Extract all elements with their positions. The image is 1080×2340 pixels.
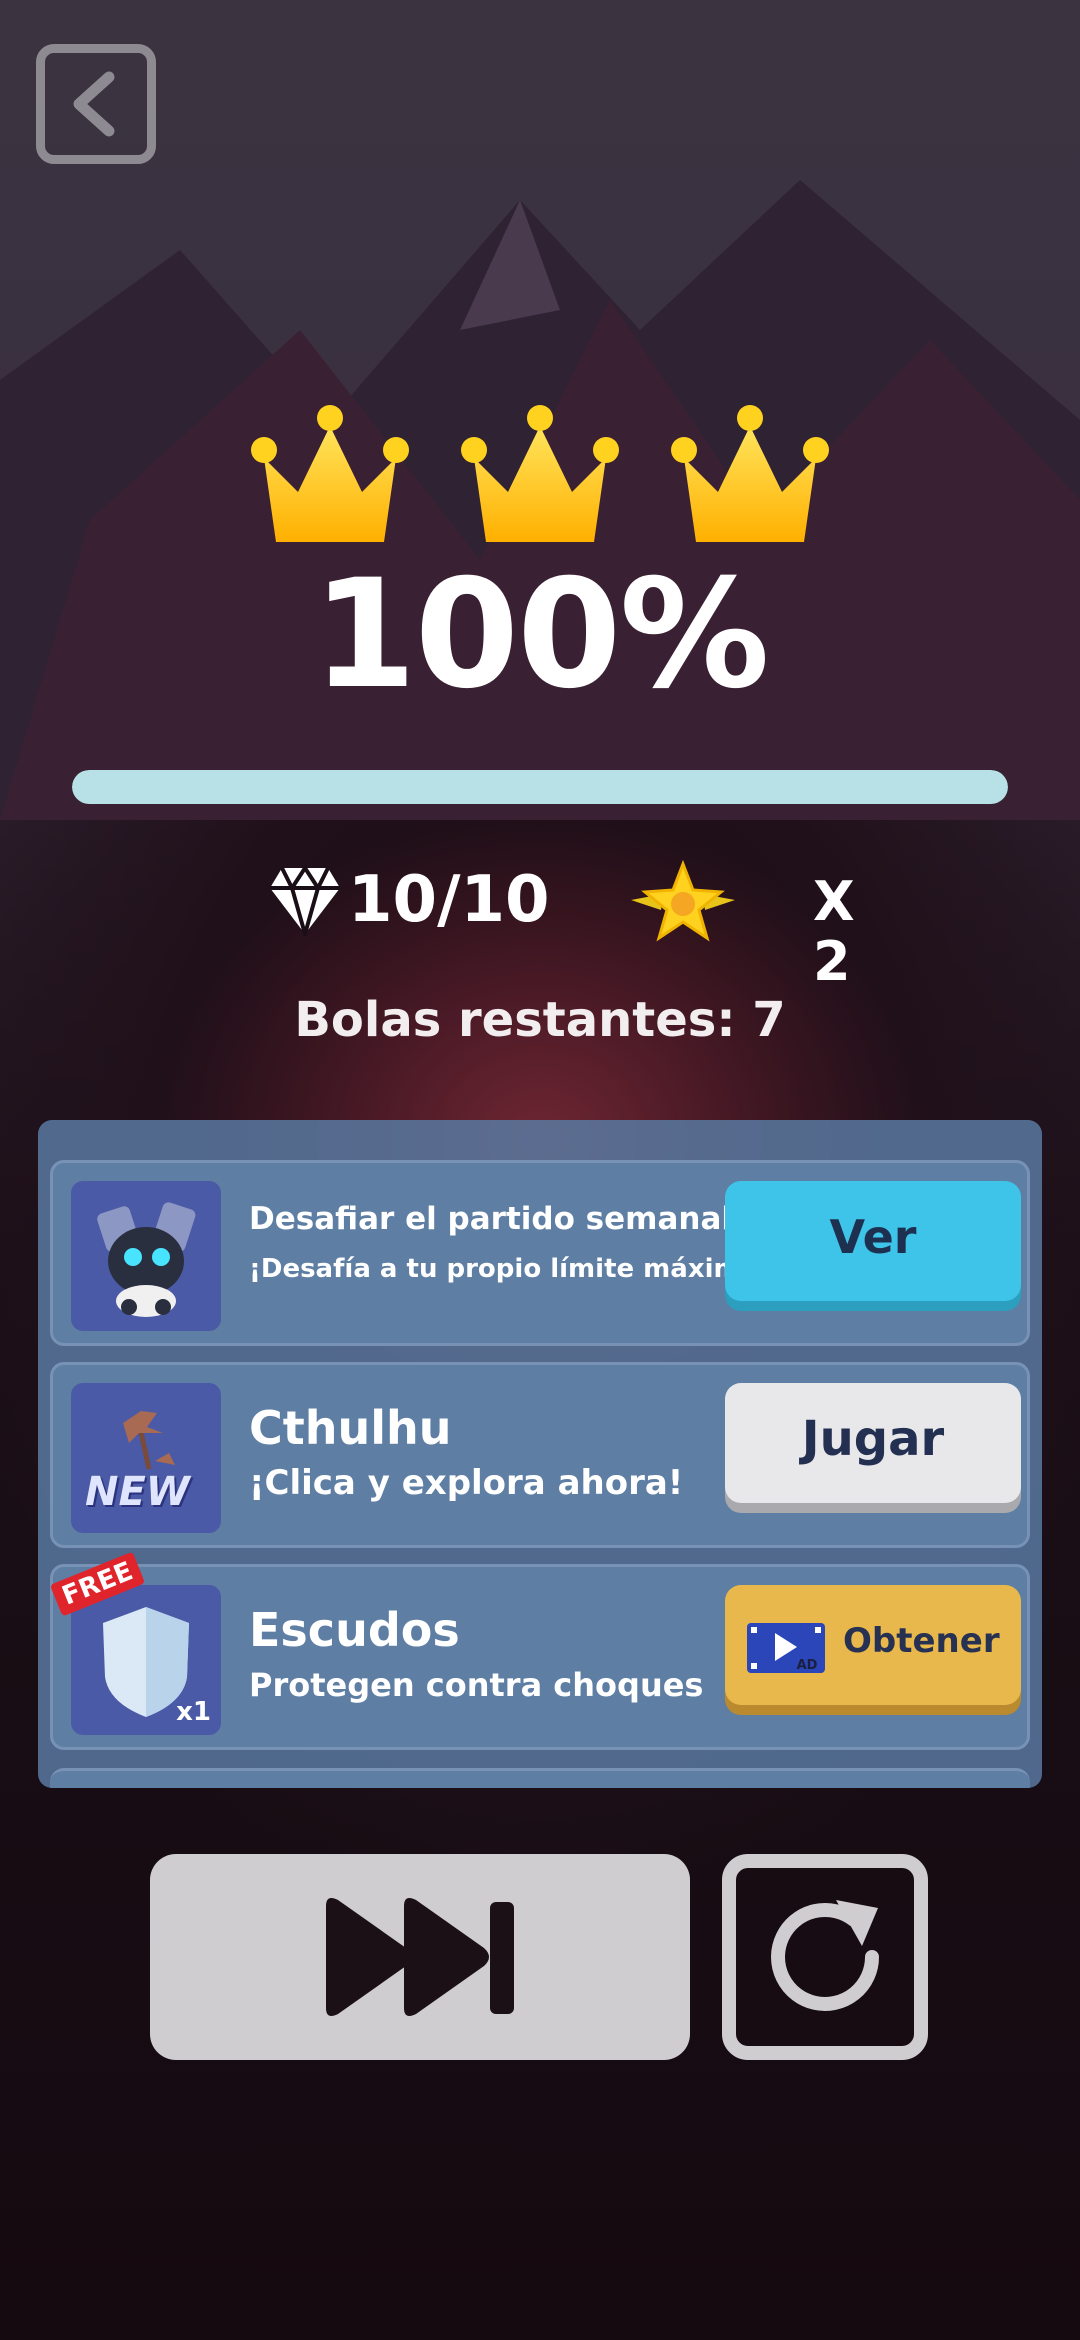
jugar-button[interactable]: Jugar bbox=[725, 1383, 1021, 1503]
new-badge: NEW bbox=[85, 1469, 190, 1515]
crown-icon bbox=[461, 405, 619, 542]
card-subtitle: ¡Clica y explora ahora! bbox=[249, 1463, 684, 1503]
new-map-icon: NEW bbox=[71, 1383, 221, 1533]
offers-panel: Desafiar el partido semanal ¡Desafía a t… bbox=[38, 1120, 1042, 1788]
diamond-icon bbox=[270, 864, 340, 936]
multiplier: X 2 bbox=[813, 870, 855, 993]
crown-rating bbox=[250, 400, 830, 560]
progress-fill bbox=[72, 770, 1008, 804]
progress-bar bbox=[72, 770, 1008, 804]
quantity-label: x1 bbox=[176, 1697, 211, 1727]
restart-icon bbox=[771, 1900, 879, 2011]
obtener-button[interactable]: AD Obtener bbox=[725, 1585, 1021, 1705]
list-item-weekly-challenge: Desafiar el partido semanal ¡Desafía a t… bbox=[50, 1160, 1030, 1346]
crown-icon bbox=[251, 405, 409, 542]
card-subtitle: Protegen contra choques bbox=[249, 1666, 704, 1704]
card-subtitle: ¡Desafía a tu propio límite máximo! bbox=[249, 1254, 771, 1284]
card-title: Escudos bbox=[249, 1603, 460, 1657]
shield-icon: x1 bbox=[71, 1585, 221, 1735]
fast-forward-icon bbox=[326, 1898, 514, 2016]
robot-icon bbox=[71, 1181, 221, 1331]
back-button[interactable] bbox=[36, 44, 156, 164]
card-title: Cthulhu bbox=[249, 1401, 452, 1455]
level-complete-screen: 100% 10/10 X 2 Bolas restantes: 7 Desafi… bbox=[0, 0, 1080, 2340]
list-item-partial bbox=[50, 1768, 1030, 1788]
ad-label: AD bbox=[797, 1658, 818, 1673]
chevron-left-icon bbox=[73, 71, 115, 137]
completion-percent: 100% bbox=[312, 548, 769, 722]
balls-left-label: Bolas restantes: 7 bbox=[294, 992, 786, 1048]
restart-button[interactable] bbox=[722, 1854, 928, 2060]
list-item-shields: x1 FREE Escudos Protegen contra choques … bbox=[49, 1551, 1030, 1750]
obtener-label: Obtener bbox=[843, 1621, 1000, 1661]
ver-button[interactable]: Ver bbox=[725, 1181, 1021, 1301]
card-title: Desafiar el partido semanal bbox=[249, 1201, 732, 1237]
rewards-row: 10/10 X 2 bbox=[268, 860, 888, 992]
winged-star-icon bbox=[631, 860, 735, 942]
gem-count: 10/10 bbox=[348, 863, 550, 937]
skip-button[interactable] bbox=[150, 1854, 690, 2060]
crown-icon bbox=[671, 405, 829, 542]
video-ad-icon: AD bbox=[747, 1623, 825, 1673]
list-item-cthulhu: NEW Cthulhu ¡Clica y explora ahora! Juga… bbox=[50, 1362, 1030, 1548]
